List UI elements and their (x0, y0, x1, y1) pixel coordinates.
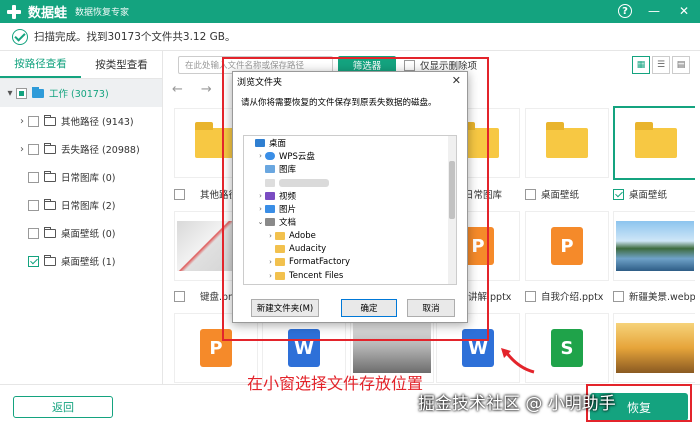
tree-item-checkbox[interactable] (28, 199, 39, 211)
landscape-thumbnail (616, 221, 694, 271)
help-icon[interactable]: ? (618, 4, 632, 18)
title-bar: 数据蛙 数据恢复专家 ? — ✕ (0, 0, 700, 23)
folder-icon (44, 114, 56, 126)
detail-view-icon[interactable]: ▤ (672, 56, 690, 74)
app-subtitle: 数据恢复专家 (75, 8, 130, 18)
tree-root-label: 工作 (30173) (49, 89, 109, 100)
xlsx-icon: S (551, 329, 583, 367)
file-checkbox[interactable] (174, 290, 185, 302)
list-view-icon[interactable]: ☰ (652, 56, 670, 74)
tree-item-checkbox[interactable] (28, 143, 39, 155)
forward-arrow-icon[interactable]: → (201, 82, 212, 97)
app-logo-icon (6, 4, 22, 20)
close-icon[interactable]: ✕ (676, 3, 692, 19)
tab-by-type[interactable]: 按类型查看 (81, 51, 162, 78)
watermark: 掘金技术社区 @ 小明助手 (418, 394, 616, 414)
tree-item-checkbox[interactable] (28, 115, 39, 127)
back-arrow-icon[interactable]: ← (172, 82, 183, 97)
folder-icon (44, 198, 56, 210)
annotation-highlight-dialog (222, 57, 489, 341)
file-caption: 自我介绍.pptx (525, 289, 603, 303)
grid-view-icon[interactable]: ▦ (632, 56, 650, 74)
tree-item-checkbox[interactable] (28, 227, 39, 239)
tree-items: › 其他路径 (9143) › 丢失路径 (20988) 日常图库 (0) 日常图库 (2… (0, 107, 162, 275)
folder-icon (635, 122, 677, 158)
folder-icon (44, 226, 56, 238)
tree-item[interactable]: 桌面壁纸 (1) (0, 247, 162, 275)
file-checkbox[interactable] (174, 188, 185, 200)
folder-icon (546, 122, 588, 158)
file-tile[interactable] (525, 108, 609, 178)
tree-item-checkbox[interactable] (28, 171, 39, 183)
folder-icon (44, 254, 56, 266)
chevron-right-icon[interactable]: › (16, 144, 28, 155)
file-tile-selected[interactable] (613, 106, 695, 180)
tree-item[interactable]: 日常图库 (2) (0, 191, 162, 219)
scan-status-bar: 扫描完成。找到30173个文件共3.12 GB。 (0, 23, 700, 51)
tree-item-label: 桌面壁纸 (0) (61, 229, 116, 240)
left-panel: 按路径查看 按类型查看 ▾ 工作 (30173) › 其他路径 (9143) › 丢失… (0, 51, 163, 384)
file-caption: 新疆美景.webp (613, 289, 695, 303)
autumn-thumbnail (616, 323, 694, 373)
file-tile[interactable] (613, 313, 695, 383)
file-tile[interactable] (613, 211, 695, 281)
tree-item[interactable]: › 其他路径 (9143) (0, 107, 162, 135)
annotation-arrow-icon (501, 348, 535, 374)
scan-status-text: 扫描完成。找到30173个文件共3.12 GB。 (34, 31, 236, 43)
tree-item-label: 桌面壁纸 (1) (61, 257, 116, 268)
window-controls: ? — ✕ (618, 3, 692, 19)
file-caption: 桌面壁纸 (613, 187, 667, 201)
tree-item-label: 日常图库 (0) (61, 173, 116, 184)
tree-item[interactable]: 日常图库 (0) (0, 163, 162, 191)
tree-item-label: 丢失路径 (20988) (61, 145, 140, 156)
tree-item-checkbox[interactable] (28, 255, 39, 267)
file-checkbox[interactable] (613, 290, 624, 302)
annotation-text: 在小窗选择文件存放位置 (247, 374, 424, 393)
tree-item[interactable]: › 丢失路径 (20988) (0, 135, 162, 163)
tree-item-label: 其他路径 (9143) (61, 117, 134, 128)
pptx-icon: P (551, 227, 583, 265)
nav-arrows: ← → (172, 82, 212, 97)
minimize-icon[interactable]: — (646, 3, 662, 19)
app-name: 数据蛙 (28, 6, 68, 21)
tree-item[interactable]: 桌面壁纸 (0) (0, 219, 162, 247)
view-mode-buttons: ▦ ☰ ▤ (632, 56, 690, 74)
file-caption: 桌面壁纸 (525, 187, 579, 201)
file-checkbox[interactable] (525, 290, 536, 302)
folder-icon (32, 86, 44, 98)
back-button[interactable]: 返回 (13, 396, 113, 418)
tab-by-path[interactable]: 按路径查看 (0, 51, 81, 78)
check-circle-icon (12, 28, 28, 45)
chevron-right-icon[interactable]: › (16, 116, 28, 127)
tree-item-label: 日常图库 (2) (61, 201, 116, 212)
file-checkbox[interactable] (613, 188, 624, 200)
folder-icon (44, 170, 56, 182)
tree-root[interactable]: ▾ 工作 (30173) (0, 79, 162, 107)
view-tabs: 按路径查看 按类型查看 (0, 51, 162, 79)
tree-root-checkbox[interactable] (16, 87, 27, 99)
file-checkbox[interactable] (525, 188, 536, 200)
file-tile[interactable]: P (525, 211, 609, 281)
chevron-down-icon[interactable]: ▾ (4, 88, 16, 99)
folder-icon (44, 142, 56, 154)
